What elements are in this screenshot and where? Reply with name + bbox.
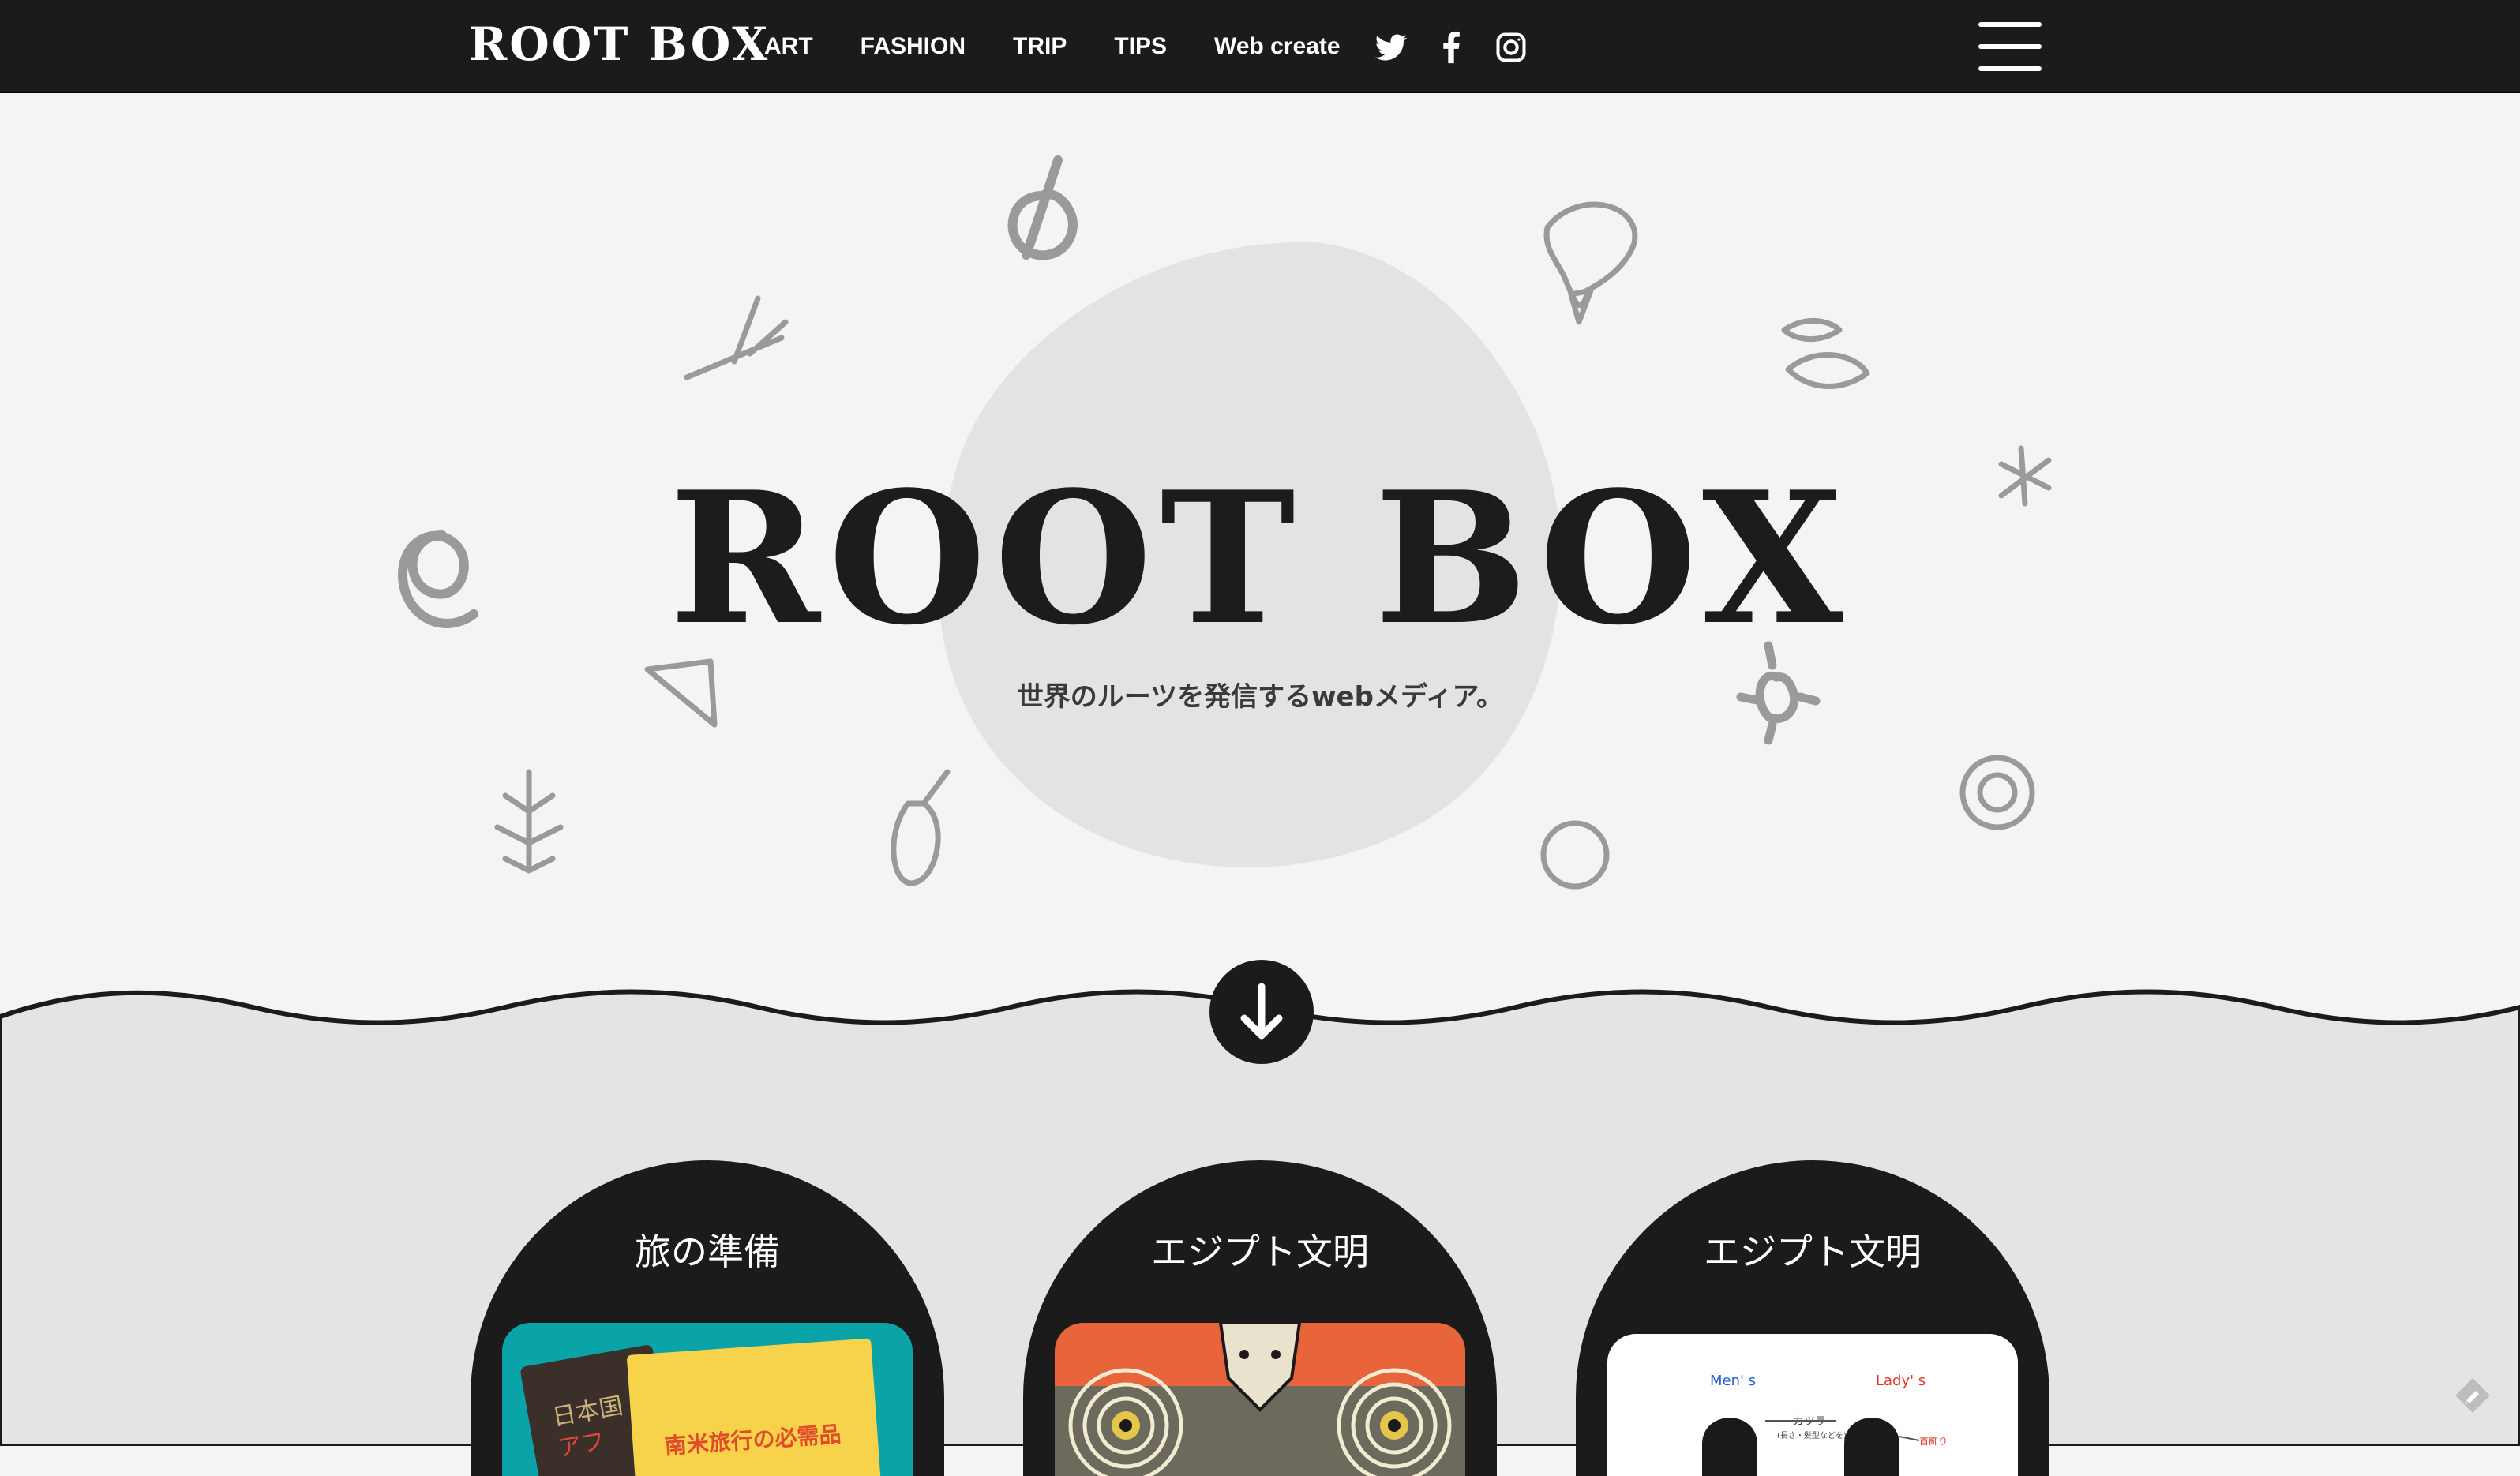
card-thumbnail-passport: 日本国 南米旅行の必需品 アフ — [502, 1323, 913, 1476]
svg-text:(長さ・髪型などを): (長さ・髪型などを) — [1777, 1430, 1847, 1440]
ladys-label: Lady' s — [1876, 1373, 1926, 1389]
hero-title: ROOT BOX — [669, 452, 1851, 665]
branch-doodle — [684, 295, 789, 380]
card-thumbnail-egypt-art — [1055, 1323, 1465, 1476]
top-header: ROOT BOX ART FASHION TRIP TIPS Web creat… — [0, 0, 2520, 93]
mens-label: Men' s — [1710, 1373, 1756, 1389]
nav-link-tips[interactable]: TIPS — [1114, 27, 1167, 66]
main-nav: ART FASHION TRIP TIPS Web create — [764, 27, 1341, 66]
nav-link-art[interactable]: ART — [764, 27, 813, 66]
hero-section: ROOT BOX 世界のルーツを発信するwebメディア。 — [0, 93, 2520, 1001]
circle-doodle — [1540, 820, 1610, 890]
target-doodle — [1959, 755, 2035, 830]
tree-doodle — [494, 769, 564, 874]
twitter-icon[interactable] — [1374, 28, 1408, 66]
pencil-edit-icon[interactable] — [2452, 1375, 2493, 1416]
instagram-icon[interactable] — [1494, 28, 1528, 66]
facebook-icon[interactable] — [1434, 28, 1468, 66]
nav-link-web-create[interactable]: Web create — [1214, 27, 1341, 66]
hamburger-menu-icon[interactable] — [1978, 22, 2042, 73]
svg-text:首飾り: 首飾り — [1919, 1436, 1948, 1447]
arrow-down-icon — [1240, 983, 1283, 1040]
scroll-down-button[interactable] — [1209, 960, 1314, 1064]
nav-link-fashion[interactable]: FASHION — [861, 27, 966, 66]
card-title: 旅の準備 — [635, 1231, 780, 1273]
site-logo[interactable]: ROOT BOX — [469, 14, 770, 74]
ring-doodle — [1007, 155, 1078, 260]
card-title: エジプト文明 — [1151, 1231, 1369, 1273]
social-links — [1374, 28, 1528, 66]
card-thumbnail-egypt-illustration: Men' s Lady' s カツラ (長さ・髪型などを) 首飾り — [1607, 1334, 2018, 1476]
nav-link-trip[interactable]: TRIP — [1013, 27, 1067, 66]
eyes-doodle — [1781, 317, 1870, 389]
hero-subtitle: 世界のルーツを発信するwebメディア。 — [1016, 681, 1504, 713]
beetle-doodle — [891, 769, 951, 886]
card-title: エジプト文明 — [1704, 1231, 1922, 1273]
